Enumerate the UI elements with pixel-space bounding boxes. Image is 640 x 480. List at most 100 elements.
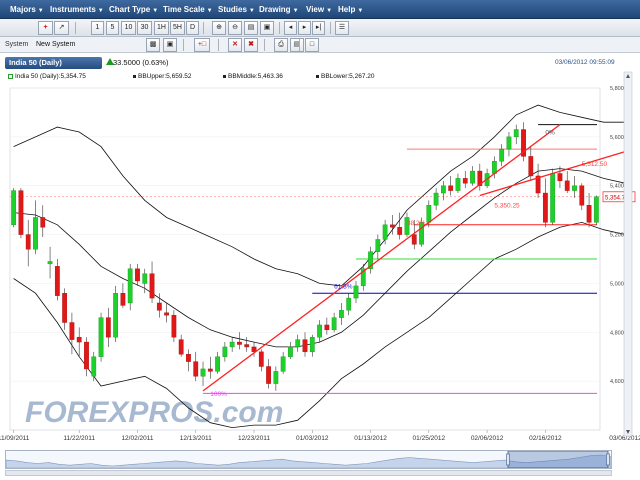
crosshair-button[interactable]: + (38, 21, 53, 35)
candle-body[interactable] (462, 178, 468, 184)
zoom-out-button[interactable]: ⊖ (228, 21, 242, 35)
candle-body[interactable] (186, 354, 191, 362)
candle-body[interactable] (448, 185, 454, 191)
candle-body[interactable] (62, 292, 68, 323)
candle-body[interactable] (113, 292, 119, 338)
candle-body[interactable] (258, 351, 264, 367)
horizontal-scrollbar[interactable] (5, 470, 612, 476)
candle-body[interactable] (331, 317, 337, 331)
scroll-left-button[interactable]: ◂ (284, 21, 297, 35)
candle-body[interactable] (390, 224, 395, 228)
menu-time-scale[interactable]: Time Scale ▼ (163, 0, 213, 19)
navigator-chart[interactable] (6, 451, 611, 468)
candle-body[interactable] (557, 173, 563, 182)
candle-body[interactable] (142, 273, 148, 284)
new-window-button[interactable]: □ (305, 38, 319, 52)
timeframe-button-1[interactable]: 1 (91, 21, 104, 35)
menu-help[interactable]: Help ▼ (338, 0, 363, 19)
candle-body[interactable] (207, 368, 213, 372)
bar-settings-button[interactable]: ☰ (335, 21, 349, 35)
candle-body[interactable] (470, 170, 475, 184)
price-chart[interactable]: FOREXPROS.com 0% 5,512.50 5,350.25 38.2% 61.… (0, 70, 640, 450)
candle-body[interactable] (18, 190, 24, 235)
menu-instruments[interactable]: Instruments ▼ (50, 0, 104, 19)
timeframe-button-d[interactable]: D (186, 21, 199, 35)
candle-body[interactable] (127, 268, 133, 304)
candle-body[interactable] (178, 339, 184, 355)
candle-body[interactable] (542, 192, 548, 223)
candle-body[interactable] (309, 336, 315, 353)
candle-body[interactable] (171, 314, 177, 338)
remove-all-button[interactable]: ✖ (244, 38, 258, 52)
menu-drawing[interactable]: Drawing ▼ (259, 0, 299, 19)
menu-majors[interactable]: Majors ▼ (10, 0, 44, 19)
open-button[interactable]: ▣ (163, 38, 177, 52)
zoom-fit-button[interactable]: ▤ (244, 21, 258, 35)
save-button[interactable]: ▩ (146, 38, 160, 52)
candle-body[interactable] (339, 310, 344, 318)
candle-body[interactable] (433, 192, 439, 206)
candle-body[interactable] (324, 324, 330, 331)
candle-body[interactable] (215, 356, 220, 372)
candle-body[interactable] (302, 339, 308, 353)
export-button[interactable]: ▤ (290, 38, 304, 52)
zoom-in-button[interactable]: ⊕ (212, 21, 226, 35)
candle-body[interactable] (295, 339, 301, 348)
candle-body[interactable] (550, 173, 556, 223)
candle-body[interactable] (40, 217, 46, 228)
navigator-handle[interactable] (506, 453, 510, 466)
candle-body[interactable] (11, 190, 17, 225)
candle-body[interactable] (353, 285, 359, 299)
navigator-window[interactable] (507, 451, 609, 468)
candle-body[interactable] (513, 129, 519, 138)
candle-body[interactable] (91, 356, 97, 377)
menu-view[interactable]: View ▼ (306, 0, 332, 19)
candle-body[interactable] (411, 234, 417, 245)
zoom-reset-button[interactable]: ▣ (260, 21, 274, 35)
candle-body[interactable] (54, 266, 60, 296)
scroll-right-button[interactable]: ▸ (298, 21, 311, 35)
candle-body[interactable] (244, 344, 250, 348)
menu-studies[interactable]: Studies ▼ (218, 0, 255, 19)
timeframe-button-10[interactable]: 10 (121, 21, 136, 35)
menu-chart-type[interactable]: Chart Type ▼ (109, 0, 158, 19)
candle-body[interactable] (579, 185, 585, 206)
timeframe-button-30[interactable]: 30 (137, 21, 152, 35)
navigator-panel[interactable] (5, 450, 612, 469)
candle-body[interactable] (98, 317, 104, 357)
candle-body[interactable] (69, 322, 75, 340)
candle-body[interactable] (317, 324, 322, 338)
timeframe-button-5h[interactable]: 5H (170, 21, 185, 35)
candle-body[interactable] (193, 361, 199, 377)
candle-body[interactable] (76, 336, 82, 343)
candle-body[interactable] (586, 205, 592, 223)
candle-body[interactable] (506, 136, 512, 150)
candle-body[interactable] (426, 205, 432, 223)
candle-body[interactable] (572, 185, 577, 191)
candle-body[interactable] (375, 239, 381, 252)
candle-body[interactable] (156, 302, 162, 311)
timeframe-button-5[interactable]: 5 (106, 21, 119, 35)
candle-body[interactable] (33, 217, 38, 250)
candle-body[interactable] (200, 368, 206, 377)
candle-body[interactable] (288, 346, 293, 357)
candle-body[interactable] (229, 341, 235, 348)
candle-body[interactable] (273, 371, 279, 384)
system-value[interactable]: New System (36, 37, 75, 53)
candle-body[interactable] (25, 234, 31, 250)
candle-body[interactable] (237, 341, 242, 345)
candle-body[interactable] (397, 227, 403, 235)
candle-body[interactable] (105, 317, 111, 338)
candle-body[interactable] (441, 185, 446, 194)
scroll-end-button[interactable]: ▸| (312, 21, 325, 35)
candle-body[interactable] (266, 366, 271, 384)
candle-body[interactable] (564, 180, 570, 191)
candle-body[interactable] (382, 224, 388, 240)
candle-body[interactable] (346, 297, 352, 311)
candle-body[interactable] (164, 312, 169, 316)
candle-body[interactable] (455, 178, 461, 191)
timeframe-button-1h[interactable]: 1H (154, 21, 169, 35)
cursor-button[interactable]: ↗ (54, 21, 69, 35)
symbol-tab[interactable]: India 50 (Daily) (5, 57, 102, 69)
candle-body[interactable] (120, 292, 126, 306)
